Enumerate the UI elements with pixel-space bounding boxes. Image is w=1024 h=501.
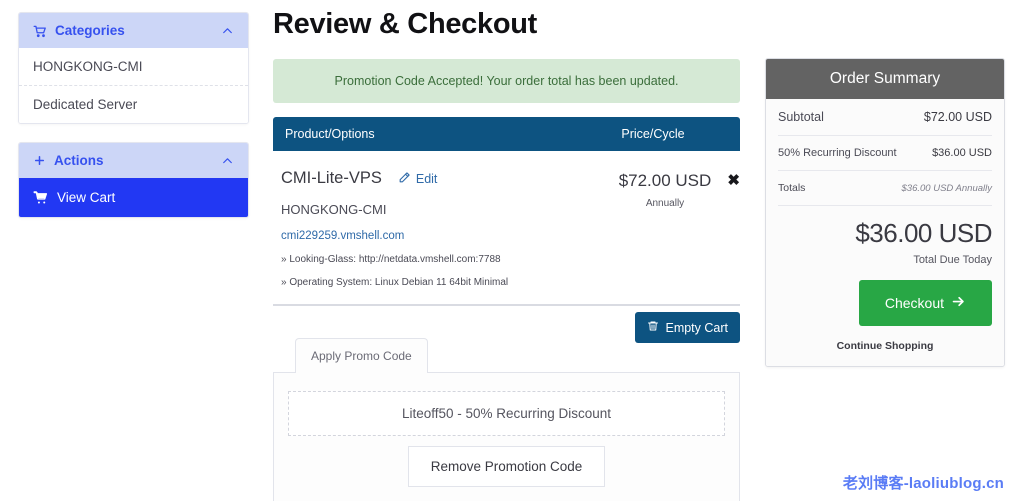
checkout-button[interactable]: Checkout	[858, 280, 992, 326]
order-summary-title: Order Summary	[766, 59, 1004, 99]
grand-total-caption: Total Due Today	[913, 254, 992, 266]
arrow-right-icon	[951, 294, 966, 312]
tab-apply-promo-code[interactable]: Apply Promo Code	[295, 338, 428, 373]
empty-cart-button[interactable]: Empty Cart	[635, 312, 740, 343]
sidebar-item-view-cart[interactable]: View Cart	[19, 178, 248, 217]
summary-row-subtotal: Subtotal $72.00 USD	[778, 99, 992, 136]
summary-row-value: $72.00 USD	[923, 110, 992, 124]
summary-row-discount: 50% Recurring Discount $36.00 USD	[778, 136, 992, 171]
close-x-icon[interactable]: ✖	[727, 173, 740, 188]
cart-divider	[273, 304, 740, 306]
cart-item-group: HONGKONG-CMI	[281, 202, 387, 217]
continue-shopping-link[interactable]: Continue Shopping	[778, 340, 992, 352]
shopping-cart-icon	[33, 24, 47, 38]
promo-section: Apply Promo Code Liteoff50 - 50% Recurri…	[273, 337, 740, 501]
sidebar-item-label: Dedicated Server	[33, 97, 138, 112]
actions-list: View Cart	[19, 178, 248, 217]
shopping-cart-icon	[33, 190, 48, 205]
cart-item-domain[interactable]: cmi229259.vmshell.com	[281, 230, 584, 242]
chevron-up-icon[interactable]	[221, 24, 234, 37]
cart-col-product-header: Product/Options	[285, 127, 375, 141]
cart-col-price-header: Price/Cycle	[621, 127, 685, 141]
trash-icon	[647, 320, 659, 335]
cart-item-name: CMI-Lite-VPS	[281, 169, 382, 187]
edit-product-link[interactable]: Edit	[398, 171, 438, 187]
categories-panel: Categories HONGKONG-CMI Dedicated Server	[18, 12, 249, 124]
applied-promo-code: Liteoff50 - 50% Recurring Discount	[288, 391, 725, 436]
order-summary-body: Subtotal $72.00 USD 50% Recurring Discou…	[766, 99, 1004, 366]
summary-row-label: 50% Recurring Discount	[778, 147, 897, 159]
pencil-icon	[398, 171, 411, 187]
sidebar-item-hongkong-cmi[interactable]: HONGKONG-CMI	[19, 48, 248, 86]
checkout-page: Categories HONGKONG-CMI Dedicated Server	[0, 0, 1024, 501]
cart-item-details: CMI-Lite-VPS Edit HONGKONG-CMI cmi229259…	[281, 169, 590, 288]
sidebar-item-dedicated-server[interactable]: Dedicated Server	[19, 86, 248, 123]
summary-row-value: $36.00 USD Annually	[901, 183, 992, 194]
grand-total-amount: $36.00 USD	[855, 218, 992, 248]
actions-panel-title: Actions	[54, 153, 104, 168]
cart-item-price-cell: $72.00 USD Annually	[590, 169, 740, 288]
promo-actions: Remove Promotion Code	[288, 446, 725, 487]
cart-table-header: Product/Options Price/Cycle	[273, 117, 740, 151]
cart-item-price: $72.00 USD	[618, 171, 712, 190]
summary-row-label: Totals	[778, 182, 806, 194]
summary-row-value: $36.00 USD	[932, 147, 992, 159]
categories-panel-title: Categories	[55, 23, 125, 38]
summary-row-totals: Totals $36.00 USD Annually	[778, 171, 992, 206]
promo-panel: Liteoff50 - 50% Recurring Discount Remov…	[273, 372, 740, 501]
cart-item-cycle: Annually	[645, 198, 685, 209]
remove-promotion-code-button[interactable]: Remove Promotion Code	[407, 446, 606, 487]
summary-row-label: Subtotal	[778, 110, 824, 124]
empty-cart-label: Empty Cart	[665, 320, 728, 335]
chevron-up-icon[interactable]	[221, 154, 234, 167]
order-summary-panel: Order Summary Subtotal $72.00 USD 50% Re…	[765, 58, 1005, 367]
cart-item-option-operating-system: » Operating System: Linux Debian 11 64bi…	[281, 277, 509, 288]
categories-list: HONGKONG-CMI Dedicated Server	[19, 48, 248, 123]
cart-item-option-looking-glass: » Looking-Glass: http://netdata.vmshell.…	[281, 254, 501, 265]
checkout-row: Checkout	[778, 280, 992, 326]
plus-icon	[33, 154, 46, 167]
page-title: Review & Checkout	[273, 8, 538, 40]
checkout-button-label: Checkout	[884, 295, 944, 311]
cart-item-row: CMI-Lite-VPS Edit HONGKONG-CMI cmi229259…	[273, 151, 740, 298]
main-content: Review & Checkout Promotion Code Accepte…	[273, 0, 740, 501]
site-watermark: 老刘博客-laoliublog.cn	[842, 475, 1004, 492]
promo-success-alert: Promotion Code Accepted! Your order tota…	[273, 59, 740, 103]
categories-panel-header[interactable]: Categories	[19, 13, 248, 48]
sidebar: Categories HONGKONG-CMI Dedicated Server	[18, 12, 249, 218]
sidebar-item-label: View Cart	[57, 190, 116, 205]
sidebar-item-label: HONGKONG-CMI	[33, 59, 143, 74]
actions-panel-header[interactable]: Actions	[19, 143, 248, 178]
actions-panel: Actions View Cart	[18, 142, 249, 218]
edit-product-label: Edit	[415, 171, 438, 186]
